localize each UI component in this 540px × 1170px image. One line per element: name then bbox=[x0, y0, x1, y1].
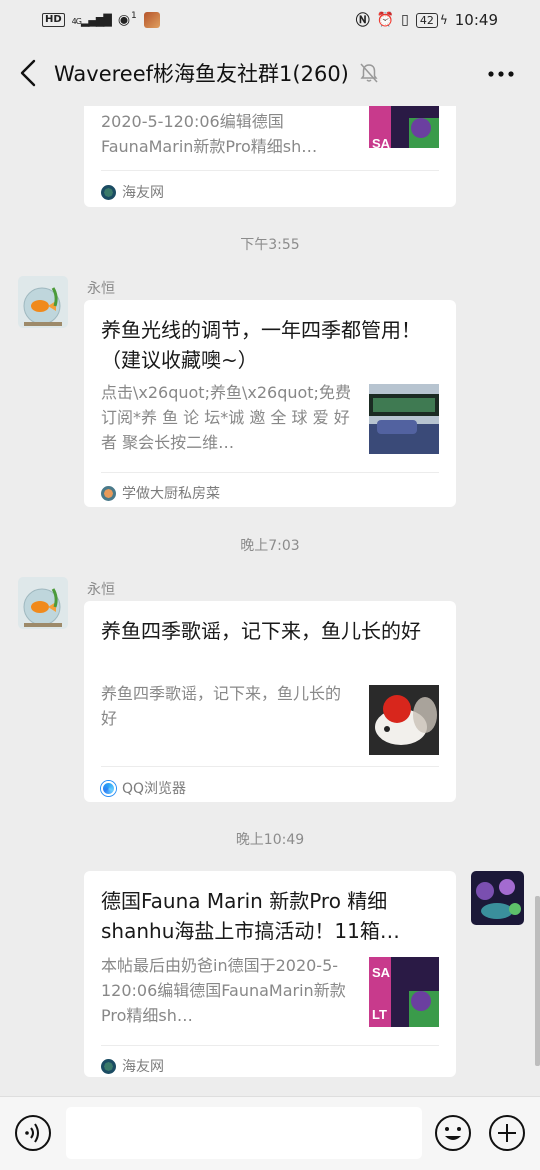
svg-text:SA: SA bbox=[372, 136, 391, 148]
scrollbar[interactable] bbox=[535, 896, 540, 1066]
link-card[interactable]: 养鱼光线的调节，一年四季都管用！（建议收藏噢~） 点击\x26quot;养鱼\x… bbox=[84, 300, 456, 507]
haiyou-logo-icon bbox=[101, 184, 116, 200]
card-divider bbox=[101, 472, 439, 473]
vibrate-icon: ▯ bbox=[401, 12, 409, 28]
network-type: 4G bbox=[71, 16, 82, 26]
link-card-thumbnail: SA LT bbox=[369, 957, 439, 1027]
chat-header: Wavereef彬海鱼友社群1(260) bbox=[0, 40, 540, 106]
link-card-title: 德国Fauna Marin 新款Pro 精细shanhu海盐上市搞活动！11箱… bbox=[101, 889, 400, 943]
link-card-source: 海友网 bbox=[101, 1056, 164, 1076]
card-divider bbox=[101, 766, 439, 767]
link-card-desc: 养鱼四季歌谣，记下来，鱼儿长的好 bbox=[101, 684, 342, 728]
link-card-title: 养鱼光线的调节，一年四季都管用！（建议收藏噢~） bbox=[101, 318, 421, 372]
link-card[interactable]: 养鱼四季歌谣，记下来，鱼儿长的好 养鱼四季歌谣，记下来，鱼儿长的好 QQ浏览器 bbox=[84, 601, 456, 802]
voice-input-icon[interactable] bbox=[14, 1114, 52, 1152]
card-divider bbox=[101, 1045, 439, 1046]
link-card-desc: 本帖最后由奶爸in德国于2020-5-120:06编辑德国FaunaMarin新… bbox=[101, 956, 346, 1025]
more-options-icon[interactable] bbox=[486, 64, 516, 84]
avatar[interactable] bbox=[471, 871, 524, 925]
link-card-title: 养鱼四季歌谣，记下来，鱼儿长的好 bbox=[101, 619, 421, 643]
status-bar: HD 4G▂▄▆█ ◉ 1 Ⓝ ⏰ ▯ 42 ϟ 10:49 bbox=[0, 0, 540, 40]
link-card-thumbnail bbox=[369, 685, 439, 755]
link-card-source: QQ浏览器 bbox=[101, 778, 186, 798]
card-divider bbox=[101, 170, 439, 171]
source-name: 海友网 bbox=[122, 185, 164, 201]
timestamp: 晚上7:03 bbox=[240, 538, 300, 554]
account-avatar-icon bbox=[101, 485, 116, 501]
clock: 10:49 bbox=[454, 11, 498, 29]
svg-text:SA: SA bbox=[372, 965, 391, 980]
svg-text:LT: LT bbox=[372, 1007, 387, 1022]
chat-title: Wavereef彬海鱼友社群1(260) bbox=[54, 62, 349, 86]
nfc-icon: Ⓝ bbox=[355, 13, 370, 29]
message-input[interactable] bbox=[66, 1107, 422, 1159]
emoji-icon[interactable] bbox=[434, 1114, 472, 1152]
battery-level: 42 bbox=[415, 12, 438, 28]
alarm-icon: ⏰ bbox=[376, 12, 395, 28]
plus-icon[interactable] bbox=[488, 1114, 526, 1152]
input-bar bbox=[0, 1096, 540, 1170]
signal-icon: 4G▂▄▆█ bbox=[71, 13, 112, 27]
link-card-thumbnail: SA bbox=[369, 106, 439, 148]
link-card-source: 学做大厨私房菜 bbox=[101, 483, 220, 503]
qq-browser-icon bbox=[101, 780, 116, 796]
app-notification-icon bbox=[143, 12, 160, 28]
notification-count: 1 bbox=[131, 11, 137, 21]
timestamp: 下午3:55 bbox=[240, 237, 300, 253]
message-list[interactable]: 2020-5-120:06编辑德国FaunaMarin新款Pro精细sh… SA… bbox=[0, 106, 540, 1096]
avatar[interactable] bbox=[18, 577, 68, 629]
hd-indicator: HD bbox=[42, 13, 65, 27]
link-card[interactable]: 德国Fauna Marin 新款Pro 精细shanhu海盐上市搞活动！11箱…… bbox=[84, 871, 456, 1077]
charging-icon: ϟ bbox=[439, 13, 448, 27]
link-card[interactable]: 2020-5-120:06编辑德国FaunaMarin新款Pro精细sh… SA… bbox=[84, 106, 456, 207]
haiyou-logo-icon bbox=[101, 1058, 116, 1074]
link-card-desc: 点击\x26quot;养鱼\x26quot;免费订阅*养 鱼 论 坛*诚 邀 全… bbox=[101, 383, 351, 452]
back-arrow-icon[interactable] bbox=[14, 55, 44, 91]
avatar[interactable] bbox=[18, 276, 68, 328]
wifi-icon: ◉ bbox=[117, 12, 131, 28]
sender-name: 永恒 bbox=[87, 281, 115, 297]
sender-name: 永恒 bbox=[87, 582, 115, 598]
link-card-thumbnail bbox=[369, 384, 439, 454]
timestamp: 晚上10:49 bbox=[235, 832, 305, 848]
mute-bell-icon bbox=[360, 63, 378, 83]
source-name: QQ浏览器 bbox=[122, 781, 187, 797]
source-name: 海友网 bbox=[122, 1059, 164, 1075]
source-name: 学做大厨私房菜 bbox=[122, 486, 220, 502]
link-card-source: 海友网 bbox=[101, 182, 164, 202]
link-card-desc: 2020-5-120:06编辑德国FaunaMarin新款Pro精细sh… bbox=[101, 112, 318, 156]
